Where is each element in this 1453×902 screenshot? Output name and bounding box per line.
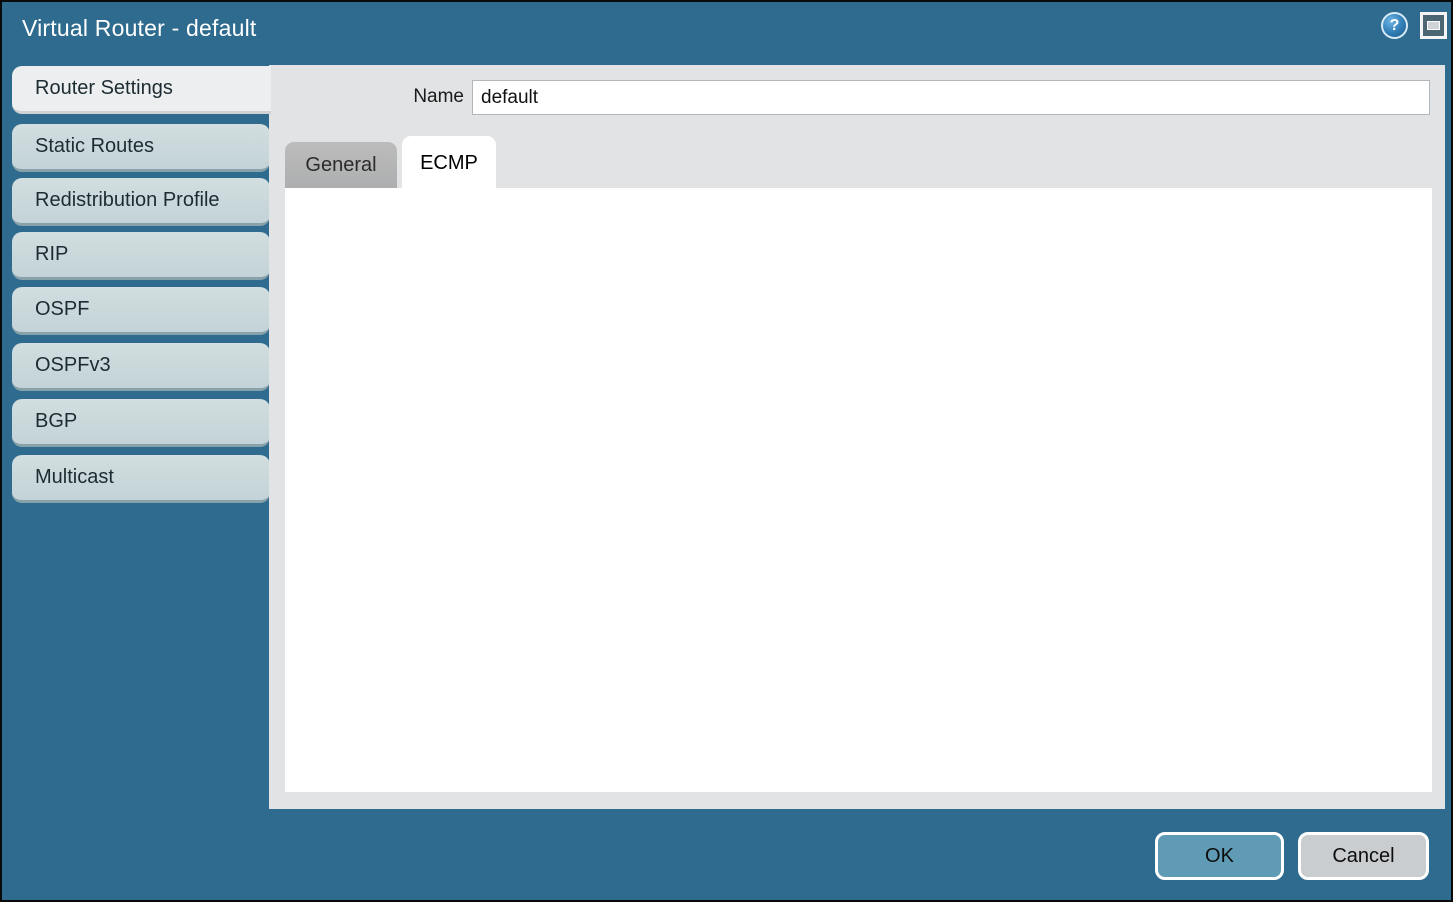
- help-icon[interactable]: ?: [1381, 12, 1408, 39]
- ecmp-tab-panel: [285, 188, 1432, 792]
- sidebar-item-bgp[interactable]: BGP: [12, 399, 270, 447]
- tab-label: ECMP: [420, 152, 478, 175]
- restore-window-icon[interactable]: [1420, 12, 1447, 39]
- sidebar-item-static-routes[interactable]: Static Routes: [12, 124, 270, 172]
- virtual-router-dialog: Virtual Router - default ? Router Settin…: [0, 0, 1453, 902]
- sidebar-item-router-settings[interactable]: Router Settings: [12, 66, 271, 114]
- ok-button[interactable]: OK: [1155, 832, 1284, 880]
- sidebar-item-label: Redistribution Profile: [35, 189, 220, 212]
- sidebar-item-ospf[interactable]: OSPF: [12, 287, 270, 335]
- sidebar-item-multicast[interactable]: Multicast: [12, 455, 270, 503]
- tab-ecmp[interactable]: ECMP: [402, 136, 496, 190]
- sidebar-item-label: Router Settings: [35, 77, 173, 100]
- name-label: Name: [332, 86, 464, 108]
- cancel-button[interactable]: Cancel: [1298, 832, 1429, 880]
- sidebar-item-label: RIP: [35, 243, 68, 266]
- restore-window-icon-inner: [1427, 21, 1440, 30]
- tab-general[interactable]: General: [285, 142, 397, 188]
- sidebar-item-label: OSPFv3: [35, 354, 111, 377]
- sidebar-item-ospfv3[interactable]: OSPFv3: [12, 343, 270, 391]
- ok-button-label: OK: [1205, 845, 1234, 868]
- tab-label: General: [305, 154, 376, 177]
- cancel-button-label: Cancel: [1332, 845, 1394, 868]
- sidebar-item-label: Static Routes: [35, 135, 154, 158]
- sidebar-item-redistribution-profile[interactable]: Redistribution Profile: [12, 178, 270, 226]
- dialog-title: Virtual Router - default: [22, 15, 257, 42]
- sidebar-item-rip[interactable]: RIP: [12, 232, 270, 280]
- sidebar-item-label: OSPF: [35, 298, 89, 321]
- sidebar-item-label: Multicast: [35, 466, 114, 489]
- name-input[interactable]: [472, 80, 1430, 115]
- help-icon-glyph: ?: [1390, 17, 1400, 35]
- sidebar-item-label: BGP: [35, 410, 77, 433]
